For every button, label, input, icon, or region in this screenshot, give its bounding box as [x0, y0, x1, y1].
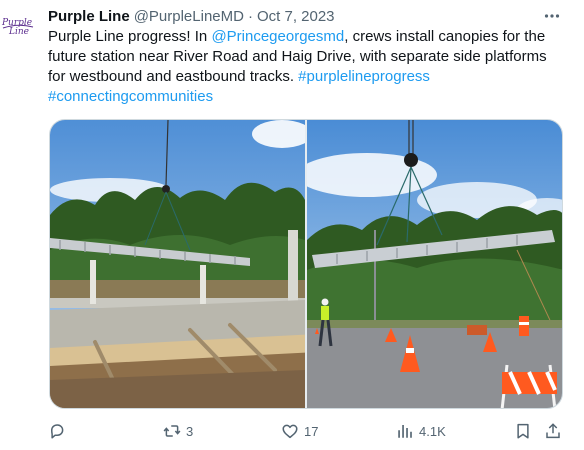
separator-dot: · [247, 7, 253, 25]
author-handle[interactable]: @PurpleLineMD [134, 8, 244, 25]
hashtag-purplelineprogress[interactable]: #purplelineprogress [298, 68, 430, 85]
views-button[interactable]: 4.1K [396, 420, 446, 442]
mention-link[interactable]: @Princegeorgesmd [211, 28, 344, 45]
views-icon [398, 425, 412, 438]
repost-count: 3 [186, 423, 194, 439]
share-icon [546, 423, 560, 439]
hashtag-connectingcommunities[interactable]: #connectingcommunities [48, 88, 213, 105]
author-name[interactable]: Purple Line [48, 8, 130, 25]
more-icon [544, 14, 560, 18]
tweet-header: Purple Line @PurpleLineMD · Oct 7, 2023 [48, 6, 335, 26]
svg-text:Line: Line [8, 27, 29, 37]
canopy-frame-on-platform-photo[interactable] [50, 120, 305, 408]
like-button[interactable]: 17 [281, 420, 318, 442]
purple-line-logo: Purple Line [1, 18, 34, 37]
action-bar: 3 17 4.1K [48, 420, 568, 442]
repost-icon [163, 425, 181, 437]
tweet[interactable]: Purple Line Purple Line @PurpleLineMD · … [0, 0, 584, 450]
bookmark-button[interactable] [514, 420, 532, 442]
crane-lifting-canopy-photo[interactable] [307, 120, 562, 408]
avatar[interactable]: Purple Line [0, 8, 36, 44]
like-icon [282, 424, 298, 439]
tweet-date[interactable]: Oct 7, 2023 [257, 8, 335, 25]
tweet-text-part-1: Purple Line progress! In [48, 28, 212, 45]
reply-button[interactable] [48, 420, 71, 442]
views-count: 4.1K [419, 423, 446, 439]
media-grid [49, 119, 563, 409]
bookmark-icon [517, 423, 529, 439]
like-count: 17 [304, 423, 319, 439]
repost-button[interactable]: 3 [163, 420, 193, 442]
more-button[interactable] [540, 4, 564, 28]
tweet-text: Purple Line progress! In @Princegeorgesm… [48, 27, 568, 107]
share-button[interactable] [544, 420, 562, 442]
reply-icon [51, 424, 64, 439]
